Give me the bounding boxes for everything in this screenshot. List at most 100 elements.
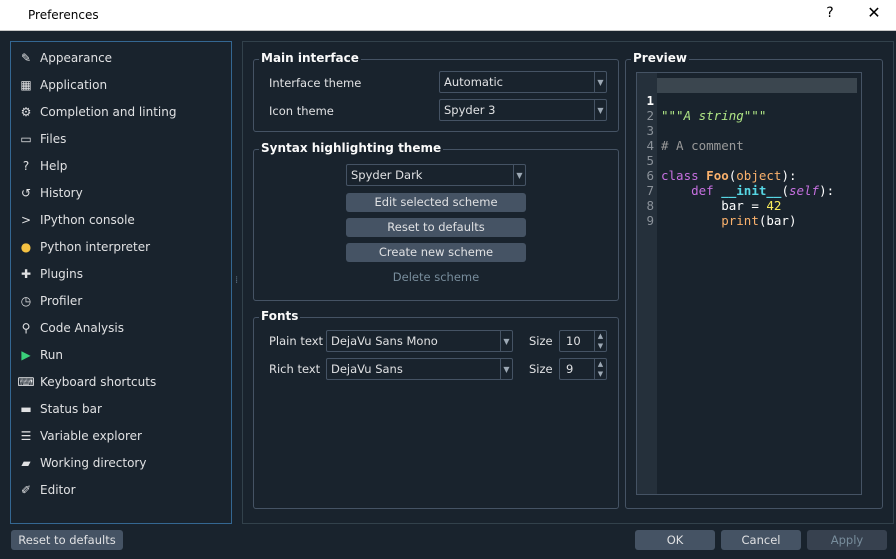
sidebar-item-application[interactable]: ▦ Application (11, 72, 231, 98)
help-button[interactable]: ? (822, 5, 838, 21)
sidebar-item-files[interactable]: ▭ Files (11, 126, 231, 152)
rich-font-select[interactable]: DejaVu Sans ▼ (326, 358, 513, 380)
plain-font-select[interactable]: DejaVu Sans Mono ▼ (326, 330, 513, 352)
sidebar-item-label: Editor (40, 483, 76, 497)
application-icon: ▦ (20, 78, 32, 92)
sidebar-item-code-analysis[interactable]: ⚲ Code Analysis (11, 315, 231, 341)
sidebar-item-profiler[interactable]: ◷ Profiler (11, 288, 231, 314)
sidebar-item-label: Completion and linting (40, 105, 177, 119)
interface-theme-label: Interface theme (269, 76, 362, 90)
edit-scheme-button[interactable]: Edit selected scheme (346, 193, 526, 212)
sidebar-item-variable-explorer[interactable]: ☰ Variable explorer (11, 423, 231, 449)
python-icon: ● (20, 240, 32, 254)
main-interface-group (253, 59, 619, 132)
status-bar-icon: ▬ (20, 402, 32, 416)
folder-icon: ▰ (21, 456, 31, 470)
sidebar-item-label: Application (40, 78, 108, 92)
fonts-title: Fonts (259, 309, 301, 323)
plugins-icon: ✚ (20, 267, 32, 281)
sidebar-item-label: Status bar (40, 402, 102, 416)
code-line: 6 def __init__(self): (646, 168, 835, 198)
sidebar-item-ipython-console[interactable]: > IPython console (11, 207, 231, 233)
sidebar-item-label: History (40, 186, 83, 200)
sidebar-item-label: Plugins (40, 267, 83, 281)
cancel-button[interactable]: Cancel (721, 530, 801, 550)
sidebar-item-run[interactable]: ▶ Run (11, 342, 231, 368)
preview-title: Preview (631, 51, 690, 65)
sidebar-item-editor[interactable]: ✐ Editor (11, 477, 231, 503)
sidebar-item-status-bar[interactable]: ▬ Status bar (11, 396, 231, 422)
sidebar-item-label: Files (40, 132, 67, 146)
sidebar-item-label: Working directory (40, 456, 147, 470)
main-interface-title: Main interface (259, 51, 361, 65)
sidebar-item-label: Keyboard shortcuts (40, 375, 157, 389)
sidebar-item-label: Profiler (40, 294, 83, 308)
sidebar-item-completion-and-linting[interactable]: ⚙ Completion and linting (11, 99, 231, 125)
syntax-scheme-select[interactable]: Spyder Dark ▼ (346, 164, 526, 186)
rich-size-spinbox[interactable]: 9 ▲ ▼ (559, 358, 607, 380)
syntax-theme-title: Syntax highlighting theme (259, 141, 444, 155)
sidebar-item-plugins[interactable]: ✚ Plugins (11, 261, 231, 287)
icon-theme-select[interactable]: Spyder 3 ▼ (439, 99, 607, 121)
sidebar-item-working-directory[interactable]: ▰ Working directory (11, 450, 231, 476)
help-icon: ? (22, 159, 30, 173)
plain-text-label: Plain text (269, 334, 324, 348)
preferences-sidebar: ✎ Appearance ▦ Application ⚙ Completion and l… (10, 41, 232, 524)
spin-down-icon[interactable]: ▼ (595, 341, 606, 351)
spin-up-icon[interactable]: ▲ (595, 359, 606, 369)
keyboard-icon: ⌨ (17, 375, 35, 389)
code-preview-editor[interactable]: 1 """A string""" 2 3 # A comment 4 5 cla… (636, 72, 862, 495)
sidebar-item-label: Python interpreter (40, 240, 151, 254)
code-line: 2 (646, 108, 654, 123)
apply-button[interactable]: Apply (807, 530, 887, 550)
icon-theme-label: Icon theme (269, 104, 334, 118)
window-title: Preferences (28, 8, 99, 22)
brush-icon: ✎ (20, 51, 32, 65)
code-line: 8 print(bar) (646, 198, 797, 228)
chevron-down-icon: ▼ (594, 72, 606, 92)
chevron-down-icon: ▼ (513, 165, 525, 185)
chevron-down-icon: ▼ (500, 359, 512, 379)
sidebar-item-python-interpreter[interactable]: ● Python interpreter (11, 234, 231, 260)
sidebar-item-help[interactable]: ? Help (11, 153, 231, 179)
chevron-down-icon: ▼ (500, 331, 512, 351)
sidebar-item-label: Variable explorer (40, 429, 142, 443)
editor-icon: ✐ (20, 483, 32, 497)
code-line: 5 class Foo(object): (646, 153, 797, 183)
create-scheme-button[interactable]: Create new scheme (346, 243, 526, 262)
interface-theme-select[interactable]: Automatic ▼ (439, 71, 607, 93)
profiler-icon: ◷ (20, 294, 32, 308)
files-icon: ▭ (20, 132, 32, 146)
spin-up-icon[interactable]: ▲ (595, 331, 606, 341)
ok-button[interactable]: OK (635, 530, 715, 550)
completion-icon: ⚙ (20, 105, 32, 119)
spin-down-icon[interactable]: ▼ (595, 369, 606, 379)
ipython-console-icon: > (20, 213, 32, 227)
sidebar-item-appearance[interactable]: ✎ Appearance (11, 45, 231, 71)
splitter-handle[interactable]: ⁞ (235, 275, 238, 286)
code-analysis-icon: ⚲ (21, 321, 31, 335)
reset-defaults-button[interactable]: Reset to defaults (11, 530, 123, 550)
sidebar-item-label: Run (40, 348, 64, 362)
sidebar-item-history[interactable]: ↺ History (11, 180, 231, 206)
rich-size-label: Size (529, 362, 553, 376)
code-line: 3 # A comment (646, 123, 744, 153)
variable-explorer-icon: ☰ (20, 429, 32, 443)
history-icon: ↺ (20, 186, 32, 200)
code-line: 4 (646, 138, 654, 153)
chevron-down-icon: ▼ (594, 100, 606, 120)
sidebar-item-label: IPython console (40, 213, 135, 227)
code-line: 7 bar = 42 (646, 183, 782, 213)
plain-size-label: Size (529, 334, 553, 348)
plain-size-spinbox[interactable]: 10 ▲ ▼ (559, 330, 607, 352)
reset-scheme-button[interactable]: Reset to defaults (346, 218, 526, 237)
run-icon: ▶ (21, 348, 31, 362)
title-bar: Preferences ? ✕ (0, 0, 896, 31)
code-line: 1 """A string""" (646, 93, 767, 123)
delete-scheme-button[interactable]: Delete scheme (346, 268, 526, 287)
sidebar-item-label: Code Analysis (40, 321, 124, 335)
close-button[interactable]: ✕ (862, 3, 886, 22)
sidebar-item-label: Appearance (40, 51, 113, 65)
sidebar-item-keyboard-shortcuts[interactable]: ⌨ Keyboard shortcuts (11, 369, 231, 395)
rich-text-label: Rich text (269, 362, 321, 376)
